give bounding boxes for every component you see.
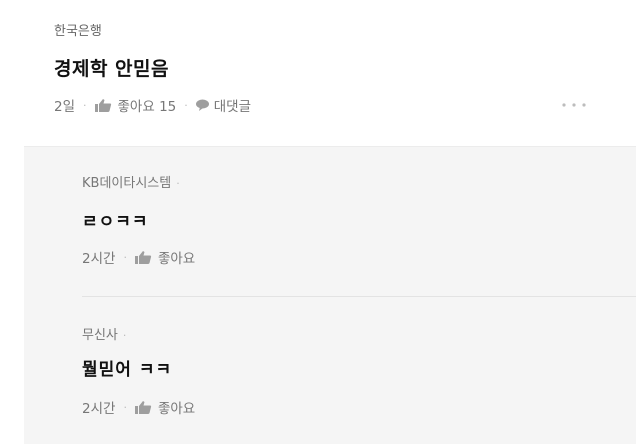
comment-meta: 2일 · 좋아요 15 · 대댓글 bbox=[54, 95, 251, 115]
separator-dot: · bbox=[184, 98, 188, 112]
comment-text: 경제학 안믿음 bbox=[54, 58, 169, 80]
separator-dot: · bbox=[176, 177, 180, 190]
like-button[interactable]: 좋아요 15 bbox=[94, 95, 177, 115]
like-label: 좋아요 15 bbox=[117, 99, 177, 115]
comment-age: 2일 bbox=[54, 99, 76, 115]
reply-text: ㄹㅇㅋㅋ bbox=[82, 212, 149, 232]
thumbs-up-icon bbox=[134, 250, 152, 264]
thumbs-up-icon bbox=[134, 400, 152, 414]
separator-dot: · bbox=[122, 329, 127, 342]
more-dots-icon[interactable] bbox=[561, 100, 587, 110]
reply-age: 2시간 bbox=[82, 401, 116, 417]
comment-card: 한국은행 경제학 안믿음 2일 · 좋아요 15 · 대댓글 bbox=[0, 0, 636, 146]
comment-author[interactable]: 한국은행 bbox=[54, 20, 102, 39]
reply-item: 무신사 · 뭘믿어 ㅋㅋ 2시간 · 좋아요 bbox=[24, 297, 636, 444]
reply-author[interactable]: 무신사 bbox=[82, 328, 118, 343]
reply-meta: 2시간 · 좋아요 bbox=[82, 397, 195, 417]
like-label: 좋아요 bbox=[157, 251, 196, 267]
reply-text: 뭘믿어 ㅋㅋ bbox=[82, 360, 173, 380]
thumbs-up-icon bbox=[94, 98, 111, 112]
reply-meta: 2시간 · 좋아요 bbox=[82, 247, 195, 267]
like-button[interactable]: 좋아요 bbox=[134, 397, 196, 417]
separator-dot: · bbox=[123, 250, 127, 264]
reply-item: KB데이타시스템 · ㄹㅇㅋㅋ 2시간 · 좋아요 bbox=[24, 147, 636, 297]
separator-dot: · bbox=[83, 98, 87, 112]
comment-bubble-icon bbox=[195, 99, 209, 111]
reply-list: KB데이타시스템 · ㄹㅇㅋㅋ 2시간 · 좋아요 무신사 · 뭘믿어 ㅋㅋ 2시간… bbox=[24, 146, 636, 444]
reply-age: 2시간 bbox=[82, 251, 116, 267]
separator-dot: · bbox=[123, 400, 127, 414]
reply-author-row: KB데이타시스템 · bbox=[82, 172, 180, 191]
reply-author-row: 무신사 · bbox=[82, 324, 126, 343]
like-button[interactable]: 좋아요 bbox=[134, 247, 196, 267]
reply-label: 대댓글 bbox=[213, 99, 252, 115]
reply-author[interactable]: KB데이타시스템 bbox=[82, 176, 171, 191]
reply-button[interactable]: 대댓글 bbox=[195, 95, 252, 115]
like-label: 좋아요 bbox=[157, 401, 196, 417]
